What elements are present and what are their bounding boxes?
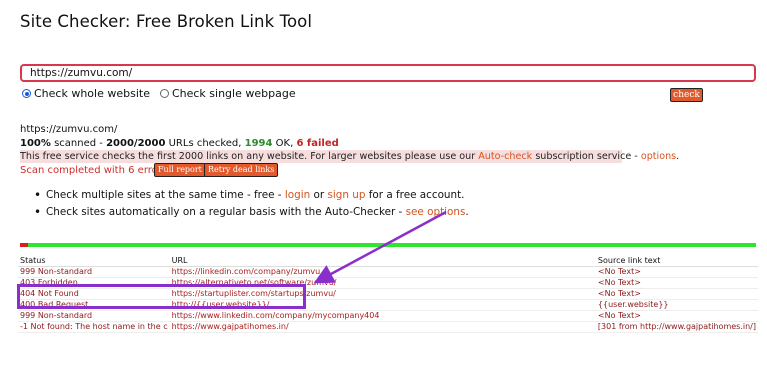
annotation-arrow [313,210,447,284]
